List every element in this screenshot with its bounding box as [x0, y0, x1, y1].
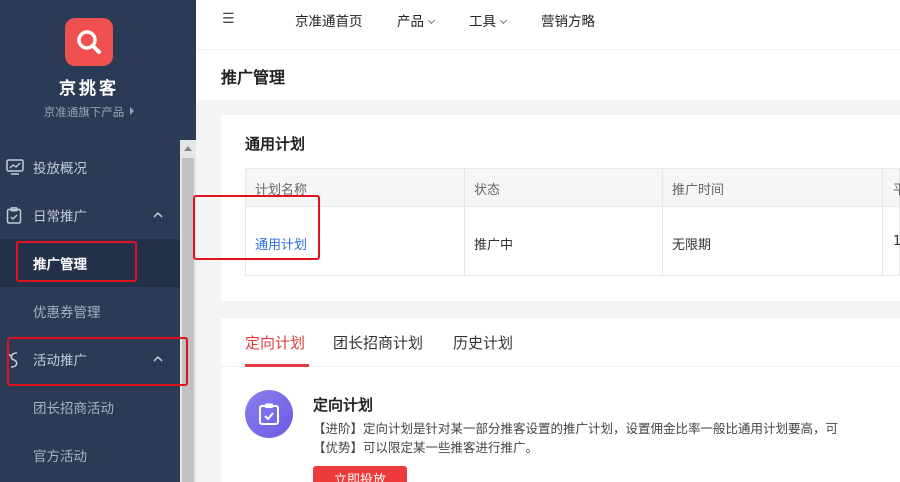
card-title: 通用计划: [245, 135, 306, 153]
sidebar-item-coupon-management[interactable]: 优惠券管理: [0, 287, 180, 335]
sidebar-item-label: 日常推广: [33, 209, 87, 225]
general-plan-card: 通用计划 计划名称 状态 推广时间 平 通用计划 推广中 无限期 1: [221, 115, 900, 301]
highlight-box-promotion-management: [16, 241, 137, 282]
plan-description-advantage: 【优势】可以限定某一些推客进行推广。: [313, 440, 539, 455]
tab-team-recruit-plan[interactable]: 团长招商计划: [333, 332, 423, 353]
highlight-box-general-plan: [193, 195, 320, 260]
page-header: 推广管理: [196, 50, 900, 100]
sidebar-item-daily-promotion[interactable]: 日常推广: [0, 191, 180, 239]
active-tab-indicator: [245, 364, 309, 367]
plan-icon: [245, 390, 293, 438]
sidebar-item-label: 团长招商活动: [33, 401, 114, 417]
logo: [65, 18, 113, 66]
column-divider: [882, 169, 883, 275]
plan-title: 定向计划: [313, 396, 374, 414]
sidebar-item-label: 官方活动: [33, 449, 87, 465]
sidebar-item-official-activity[interactable]: 官方活动: [0, 431, 180, 479]
column-divider: [464, 169, 465, 275]
nav-link-label: 产品: [397, 14, 424, 30]
plan-tabs: 定向计划 团长招商计划 历史计划: [221, 318, 900, 367]
chevron-up-icon: [153, 211, 163, 218]
highlight-box-activity-promotion: [7, 337, 188, 386]
sidebar-item-team-recruit-activity[interactable]: 团长招商活动: [0, 383, 180, 431]
column-divider: [662, 169, 663, 275]
top-navigation: ☰ 京准通首页 产品 工具 营销方略: [196, 0, 900, 50]
caret-right-icon: [130, 107, 135, 115]
page-title: 推广管理: [221, 68, 286, 87]
clipboard-icon: [6, 207, 22, 224]
column-header-extra: 平: [893, 183, 900, 198]
brand-subtitle[interactable]: 京准通旗下产品: [0, 104, 178, 120]
monitor-icon: [6, 159, 24, 175]
brand-subtitle-text: 京准通旗下产品: [43, 105, 125, 119]
tab-history-plan[interactable]: 历史计划: [453, 332, 513, 353]
plan-description-advanced: 【进阶】定向计划是针对某一部分推客设置的推广计划，设置佣金比率一般比通用计划要高…: [313, 421, 839, 436]
sidebar-item-label: 投放概况: [33, 161, 87, 177]
tab-targeted-plan[interactable]: 定向计划: [245, 332, 305, 353]
nav-link-marketing[interactable]: 营销方略: [541, 10, 595, 30]
plan-table: 计划名称 状态 推广时间 平 通用计划 推广中 无限期 1: [245, 168, 900, 276]
plan-time: 无限期: [672, 238, 712, 253]
nav-link-home[interactable]: 京准通首页: [295, 10, 363, 30]
plan-status: 推广中: [474, 238, 514, 253]
launch-now-button[interactable]: 立即投放: [313, 466, 407, 482]
sidebar-item-overview[interactable]: 投放概况: [0, 143, 180, 191]
chevron-down-icon: [427, 16, 436, 25]
clipboard-check-icon: [259, 403, 279, 425]
chevron-down-icon: [499, 16, 508, 25]
sidebar-item-label: 优惠券管理: [33, 305, 101, 321]
table-header: [246, 169, 899, 207]
column-header-status: 状态: [474, 183, 501, 198]
nav-link-products[interactable]: 产品: [397, 10, 436, 30]
nav-link-label: 工具: [469, 14, 496, 30]
brand-name: 京挑客: [59, 79, 119, 99]
scroll-up-arrow-icon[interactable]: [184, 146, 192, 151]
menu-toggle-icon[interactable]: ☰: [222, 11, 235, 27]
targeted-plan-card: 定向计划 团长招商计划 历史计划 定向计划 【进阶】定向计划是针对某一部分推客设…: [221, 318, 900, 482]
magnifier-logo-icon: [77, 30, 101, 54]
column-header-time: 推广时间: [672, 183, 725, 198]
plan-extra: 1: [893, 234, 900, 249]
nav-link-tools[interactable]: 工具: [469, 10, 508, 30]
